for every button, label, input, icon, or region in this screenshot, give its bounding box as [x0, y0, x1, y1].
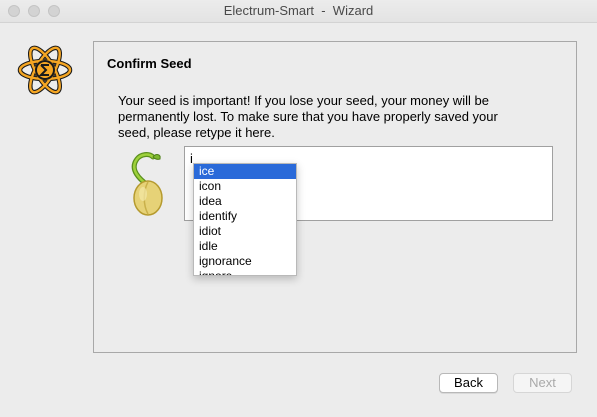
- completer-item[interactable]: identify: [194, 209, 296, 224]
- sprouting-seed-icon: [131, 152, 163, 216]
- completer-item[interactable]: ignore: [194, 269, 296, 275]
- completer-item[interactable]: idea: [194, 194, 296, 209]
- page-title: Confirm Seed: [107, 56, 192, 71]
- completer-item[interactable]: idle: [194, 239, 296, 254]
- instruction-line: seed, please retype it here.: [118, 125, 275, 140]
- completer-item[interactable]: ice: [194, 164, 296, 179]
- next-button[interactable]: Next: [513, 373, 572, 393]
- word-completer-popup[interactable]: ice icon idea identify idiot idle ignora…: [193, 163, 297, 276]
- completer-item[interactable]: icon: [194, 179, 296, 194]
- instruction-line: Your seed is important! If you lose your…: [118, 93, 489, 108]
- back-button[interactable]: Back: [439, 373, 498, 393]
- wizard-window: Electrum-Smart - Wizard Confirm Seed You…: [0, 0, 597, 417]
- completer-item[interactable]: ignorance: [194, 254, 296, 269]
- instruction-text: Your seed is important! If you lose your…: [118, 93, 538, 141]
- title-bar: Electrum-Smart - Wizard: [0, 0, 597, 23]
- electrum-atom-logo-icon: [17, 45, 73, 95]
- confirm-seed-panel: Confirm Seed Your seed is important! If …: [93, 41, 577, 353]
- completer-item[interactable]: idiot: [194, 224, 296, 239]
- window-title: Electrum-Smart - Wizard: [223, 3, 374, 18]
- instruction-line: permanently lost. To make sure that you …: [118, 109, 498, 124]
